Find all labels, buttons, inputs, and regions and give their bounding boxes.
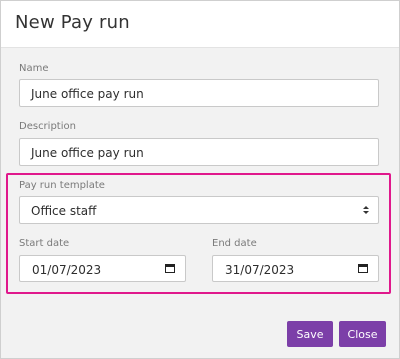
- dialog-title: New Pay run: [15, 12, 130, 33]
- end-date-value: 31/07/2023: [225, 263, 295, 277]
- end-date-input[interactable]: 31/07/2023: [212, 255, 379, 282]
- pay-run-template-label: Pay run template: [19, 180, 105, 191]
- name-input-value: June office pay run: [31, 87, 144, 101]
- description-input-value: June office pay run: [31, 146, 144, 160]
- start-date-input[interactable]: 01/07/2023: [19, 255, 186, 282]
- new-pay-run-dialog: New Pay run Name June office pay run Des…: [0, 0, 400, 359]
- pay-run-template-select[interactable]: Office staff: [19, 196, 379, 224]
- select-arrows-icon: [363, 206, 369, 214]
- end-date-label: End date: [212, 238, 257, 249]
- name-input[interactable]: June office pay run: [19, 79, 379, 107]
- start-date-value: 01/07/2023: [32, 263, 102, 277]
- calendar-icon[interactable]: [358, 264, 368, 273]
- name-label: Name: [19, 63, 49, 74]
- description-label: Description: [19, 121, 76, 132]
- pay-run-template-value: Office staff: [31, 204, 97, 218]
- description-input[interactable]: June office pay run: [19, 138, 379, 166]
- dialog-header: New Pay run: [1, 1, 399, 48]
- close-button[interactable]: Close: [339, 321, 386, 347]
- calendar-icon[interactable]: [165, 264, 175, 273]
- save-button[interactable]: Save: [287, 321, 333, 347]
- start-date-label: Start date: [19, 238, 70, 249]
